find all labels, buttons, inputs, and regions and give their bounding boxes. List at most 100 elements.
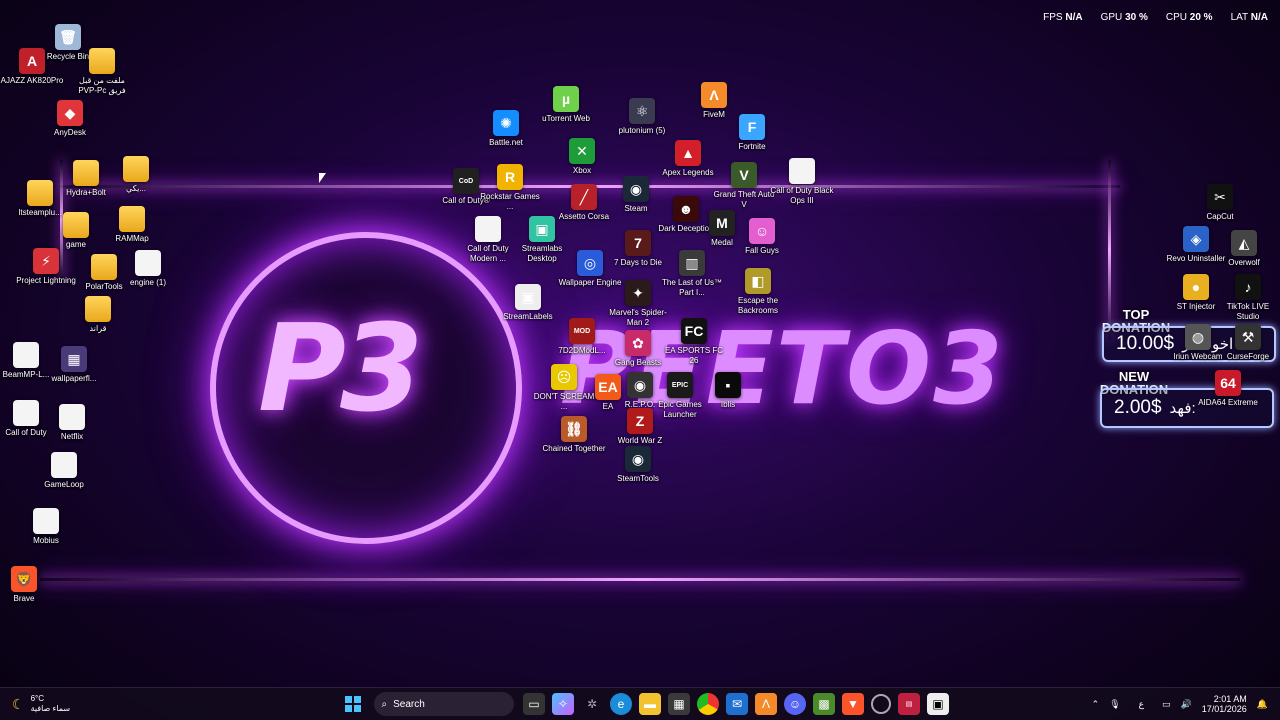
backrooms-icon: ◧ bbox=[745, 268, 771, 294]
desktop-icon-label: Battle.net bbox=[489, 138, 523, 147]
desktop-icon-label: plutonium (5) bbox=[618, 126, 666, 135]
desktop-icon[interactable]: ◧ Escape the Backrooms bbox=[726, 268, 790, 316]
desktop-icon-label: wallpaperfl... bbox=[51, 374, 97, 383]
desktop-icon[interactable]: ⚒ CurseForge bbox=[1216, 324, 1280, 362]
tiktok-icon: ♪ bbox=[1235, 274, 1261, 300]
desktop-icon-label: Iblis bbox=[720, 400, 736, 409]
desktop-icon[interactable]: ✦ Marvel's Spider-Man 2 bbox=[606, 280, 670, 328]
desktop-icon[interactable]: R Rockstar Games ... bbox=[478, 164, 542, 212]
7d2d-modl-icon: MOD bbox=[569, 318, 595, 344]
wallpaper-logo: P3 bbox=[258, 300, 423, 439]
streamlabs-taskbar-icon[interactable]: ▣ bbox=[927, 693, 949, 715]
desktop-icon[interactable]: ⚡ Project Lightning bbox=[14, 248, 78, 286]
desktop-icon[interactable]: 64 AIDA64 Extreme bbox=[1196, 370, 1260, 408]
desktop-icon[interactable]: قراند bbox=[66, 296, 130, 334]
edge-icon[interactable]: e bbox=[610, 693, 632, 715]
desktop-icon[interactable]: ◉ SteamTools bbox=[606, 446, 670, 484]
desktop-icon-label: AIDA64 Extreme bbox=[1198, 398, 1258, 407]
document-icon bbox=[51, 452, 77, 478]
desktop-icon[interactable]: 🦁 Brave bbox=[0, 566, 56, 604]
store-icon[interactable]: ▦ bbox=[668, 693, 690, 715]
minecraft-icon[interactable]: ▩ bbox=[813, 693, 835, 715]
utorrent-icon: µ bbox=[553, 86, 579, 112]
desktop-icon-label: StreamLabels bbox=[503, 312, 553, 321]
microphone-icon[interactable]: 🎙 bbox=[1109, 699, 1120, 710]
desktop-icon[interactable]: ⚛ plutonium (5) bbox=[610, 98, 674, 136]
new-donation-amount: 2.00$ bbox=[1114, 397, 1162, 418]
fivem-taskbar-icon[interactable]: Λ bbox=[755, 693, 777, 715]
desktop-icon-label: يكي... bbox=[126, 184, 146, 193]
weather-widget[interactable]: ☾ 6°C سماء صافية bbox=[12, 694, 312, 714]
brave-taskbar-icon[interactable]: ▼ bbox=[842, 693, 864, 715]
desktop-icon[interactable]: game bbox=[44, 212, 108, 250]
start-button-icon[interactable] bbox=[342, 693, 364, 715]
volume-icon[interactable]: 🔊 bbox=[1181, 699, 1192, 710]
recycle-bin-icon: 🗑 bbox=[55, 24, 81, 50]
image-file-icon: ▦ bbox=[61, 346, 87, 372]
mouse-cursor-icon bbox=[319, 173, 326, 183]
desktop-icon[interactable]: يكي... bbox=[104, 156, 168, 194]
desktop-icon[interactable]: ▣ StreamLabels bbox=[496, 284, 560, 322]
clock[interactable]: 2:01 AM 17/01/2026 bbox=[1202, 694, 1247, 714]
desktop-icon[interactable]: ✕ Xbox bbox=[550, 138, 614, 176]
desktop-icon[interactable]: ▦ wallpaperfl... bbox=[42, 346, 106, 384]
weather-moon-icon: ☾ bbox=[12, 695, 25, 712]
copilot-icon[interactable]: ✧ bbox=[552, 693, 574, 715]
app-badge-icon[interactable]: ▤ bbox=[898, 693, 920, 715]
desktop-icon[interactable]: Netflix bbox=[40, 404, 104, 442]
steam-icon: ◉ bbox=[623, 176, 649, 202]
hud-lat: LAT N/A bbox=[1230, 12, 1268, 23]
desktop-icon[interactable]: V Grand Theft Auto V bbox=[712, 162, 776, 210]
desktop-icon[interactable]: A AJAZZ AK820Pro bbox=[0, 48, 64, 86]
desktop-icon[interactable]: MOD 7D2DModL... bbox=[550, 318, 614, 356]
desktop-icon-label: GameLoop bbox=[44, 480, 84, 489]
desktop-icon[interactable]: ⛓ Chained Together bbox=[542, 416, 606, 454]
document-icon bbox=[13, 400, 39, 426]
desktop-icon[interactable]: µ uTorrent Web bbox=[534, 86, 598, 124]
anydesk-icon: ◆ bbox=[57, 100, 83, 126]
taskbar-search[interactable]: ⌕ Search bbox=[373, 692, 514, 716]
streamlabels-icon: ▣ bbox=[515, 284, 541, 310]
app-circle-icon[interactable] bbox=[871, 694, 891, 714]
desktop-icon-label: uTorrent Web bbox=[542, 114, 590, 123]
mail-icon[interactable]: ✉ bbox=[726, 693, 748, 715]
file-explorer-icon[interactable]: ▬ bbox=[639, 693, 661, 715]
fivem-icon: Λ bbox=[701, 82, 727, 108]
desktop-icon[interactable]: ♪ TikTok LIVE Studio bbox=[1216, 274, 1280, 322]
discord-icon[interactable]: ☺ bbox=[784, 693, 806, 715]
task-view-icon[interactable]: ▭ bbox=[523, 693, 545, 715]
desktop-icon[interactable]: ☺ Fall Guys bbox=[730, 218, 794, 256]
notifications-icon[interactable]: 🔔 bbox=[1257, 699, 1268, 710]
chained-together-icon: ⛓ bbox=[561, 416, 587, 442]
desktop-icon[interactable]: GameLoop bbox=[32, 452, 96, 490]
desktop-icon[interactable]: ◭ Overwolf bbox=[1212, 230, 1276, 268]
desktop-icon[interactable]: engine (1) bbox=[116, 250, 180, 288]
desktop-icon-label: AnyDesk bbox=[53, 128, 86, 137]
folder-icon bbox=[123, 156, 149, 182]
desktop-icon[interactable]: ▲ Apex Legends bbox=[656, 140, 720, 178]
desktop-icon[interactable]: ◆ AnyDesk bbox=[38, 100, 102, 138]
language-indicator[interactable]: ع bbox=[1139, 699, 1144, 710]
hud-cpu: CPU 20 % bbox=[1165, 12, 1213, 23]
wwz-icon: Z bbox=[627, 408, 653, 434]
widgets-icon[interactable]: ✲ bbox=[581, 693, 603, 715]
apex-icon: ▲ bbox=[675, 140, 701, 166]
desktop-icon[interactable]: Call of Duty Black Ops III bbox=[770, 158, 834, 206]
desktop-icon[interactable]: FC EA SPORTS FC 26 bbox=[662, 318, 726, 366]
desktop-icon[interactable]: ✿ Gang Beasts bbox=[606, 330, 670, 368]
desktop-icon[interactable]: ✂ CapCut bbox=[1188, 184, 1252, 222]
desktop-icon[interactable]: ✺ Battle.net bbox=[474, 110, 538, 148]
desktop-icon[interactable]: ▪ Iblis bbox=[696, 372, 760, 410]
desktop-icon[interactable]: F Fortnite bbox=[720, 114, 784, 152]
desktop-icon[interactable]: ملفت من قبل PVP-Pc فريق bbox=[70, 48, 134, 96]
desktop-icon[interactable]: RAMMap bbox=[100, 206, 164, 244]
weather-temp: 6°C bbox=[30, 694, 44, 703]
capcut-icon: ✂ bbox=[1207, 184, 1233, 210]
xbox-icon: ✕ bbox=[569, 138, 595, 164]
folder-icon bbox=[73, 160, 99, 186]
chevron-up-icon[interactable]: ⌃ bbox=[1092, 699, 1100, 710]
desktop-icon[interactable]: Z World War Z bbox=[608, 408, 672, 446]
chrome-icon[interactable] bbox=[697, 693, 719, 715]
network-icon[interactable]: ▭ bbox=[1162, 699, 1171, 710]
desktop-icon[interactable]: Mobius bbox=[14, 508, 78, 546]
